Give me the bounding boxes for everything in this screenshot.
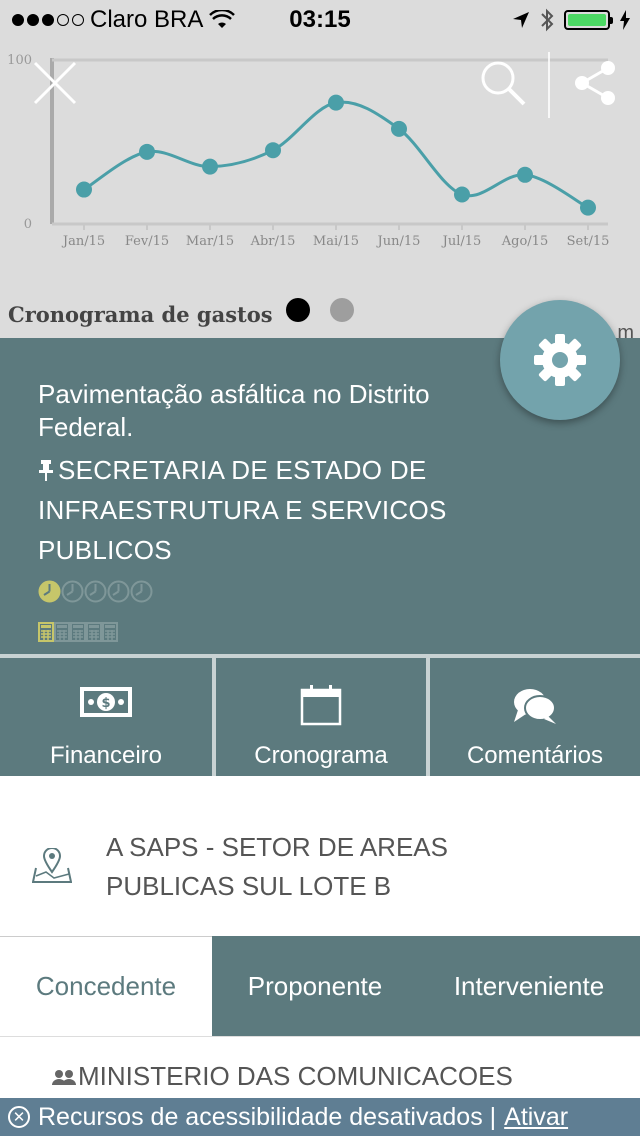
tab-financeiro[interactable]: $ Financeiro (0, 658, 212, 776)
tab-label: Comentários (466, 742, 604, 769)
page-dot-2[interactable] (330, 298, 354, 322)
x-tick-label: Mar/15 (186, 234, 234, 249)
comments-icon (514, 689, 556, 724)
detail-tab-bar: $ Financeiro Cronograma Comentários (0, 654, 640, 776)
share-button[interactable] (572, 58, 618, 108)
accessibility-banner: ✕ Recursos de acessibilidade desativados… (0, 1098, 640, 1136)
money-icon: $ (80, 687, 132, 717)
data-point-Jul/15[interactable] (454, 186, 470, 203)
data-point-Jan/15[interactable] (76, 181, 92, 198)
map-icon (32, 848, 72, 883)
project-title: Pavimentação asfáltica no Distrito Feder… (38, 379, 430, 442)
gear-icon (534, 334, 586, 386)
y-tick-min: 0 (24, 217, 32, 232)
calculator-icon-inactive (54, 622, 70, 642)
ministry-item: MINISTERIO DAS COMUNICACOES (52, 1061, 513, 1092)
people-icon (52, 1069, 76, 1085)
calculator-icon-inactive (86, 622, 102, 642)
x-tick-label: Abr/15 (250, 234, 296, 249)
data-point-Ago/15[interactable] (517, 166, 533, 183)
calculator-icon-active (38, 622, 54, 642)
search-button[interactable] (478, 58, 528, 108)
x-tick-label: Jan/15 (61, 234, 105, 249)
data-point-Set/15[interactable] (580, 199, 596, 216)
tab-label: Financeiro (49, 742, 163, 769)
dismiss-icon[interactable]: ✕ (8, 1106, 30, 1128)
battery-icon (564, 10, 613, 30)
clock-icon-inactive (61, 580, 84, 603)
organization-name: SECRETARIA DE ESTADO DE INFRAESTRUTURA E… (38, 455, 447, 565)
status-bar: Claro BRA 03:15 (0, 0, 640, 40)
bluetooth-icon (541, 8, 554, 32)
location-arrow-icon (513, 12, 529, 28)
x-tick-label: Set/15 (567, 234, 610, 249)
accessibility-message: Recursos de acessibilidade desativados | (38, 1102, 497, 1131)
clock-icon-inactive (130, 580, 153, 603)
tab-comentarios[interactable]: Comentários (430, 658, 640, 776)
page-indicator[interactable] (286, 298, 354, 322)
tab-concedente[interactable]: Concedente (0, 936, 212, 1036)
calculator-icon-inactive (70, 622, 86, 642)
role-tabs: Concedente Proponente Interveniente (0, 936, 640, 1036)
charging-icon (620, 10, 630, 30)
clock-icon-inactive (84, 580, 107, 603)
data-point-Jun/15[interactable] (391, 120, 407, 137)
data-point-Mai/15[interactable] (328, 94, 344, 111)
organization: SECRETARIA DE ESTADO DE INFRAESTRUTURA E… (38, 450, 518, 570)
tab-cronograma[interactable]: Cronograma (216, 658, 426, 776)
calculator-icon-inactive (102, 622, 118, 642)
data-point-Mar/15[interactable] (202, 158, 218, 175)
x-tick-label: Fev/15 (125, 234, 169, 249)
y-tick-max: 100 (7, 53, 32, 68)
close-icon (33, 61, 77, 105)
activate-link[interactable]: Ativar (504, 1103, 568, 1132)
timeliness-rating (38, 580, 153, 603)
spending-line-chart: 100 0 Jan/15 Fev/15 Mar/15 Abr/15 Mai/15 Jun/… (7, 53, 610, 249)
chart-area[interactable]: 100 0 Jan/15 Fev/15 Mar/15 Abr/15 Mai/15 Jun/… (0, 40, 640, 344)
svg-text:$: $ (101, 696, 110, 711)
search-icon (481, 61, 526, 106)
x-tick-label: Mai/15 (313, 234, 359, 249)
tab-interveniente[interactable]: Interveniente (418, 936, 640, 1036)
data-point-Abr/15[interactable] (265, 142, 281, 159)
x-tick-label: Jul/15 (441, 234, 482, 249)
pin-icon (39, 460, 53, 481)
chart-title: Cronograma de gastos (8, 302, 273, 327)
series-line (83, 100, 589, 209)
ministry-name: MINISTERIO DAS COMUNICACOES (78, 1061, 513, 1091)
clock-icon-inactive (107, 580, 130, 603)
settings-button[interactable] (500, 300, 620, 420)
calendar-icon (300, 685, 342, 726)
close-button[interactable] (32, 60, 78, 106)
page-dot-1[interactable] (286, 298, 310, 322)
share-icon (575, 61, 615, 105)
tab-label: Cronograma (254, 742, 388, 769)
data-point-Fev/15[interactable] (139, 143, 155, 160)
address-text: A SAPS - SETOR DE AREAS PUBLICAS SUL LOT… (106, 832, 448, 901)
tab-proponente[interactable]: Proponente (212, 936, 418, 1036)
ministry-row[interactable]: MINISTERIO DAS COMUNICACOES (0, 1036, 640, 1101)
x-tick-label: Ago/15 (501, 234, 548, 249)
toolbar-divider (548, 52, 550, 118)
clock-icon-active (38, 580, 61, 603)
budget-rating (38, 622, 118, 642)
x-tick-label: Jun/15 (376, 234, 421, 249)
status-right-group (512, 8, 630, 32)
address-row[interactable]: A SAPS - SETOR DE AREAS PUBLICAS SUL LOT… (0, 776, 640, 936)
